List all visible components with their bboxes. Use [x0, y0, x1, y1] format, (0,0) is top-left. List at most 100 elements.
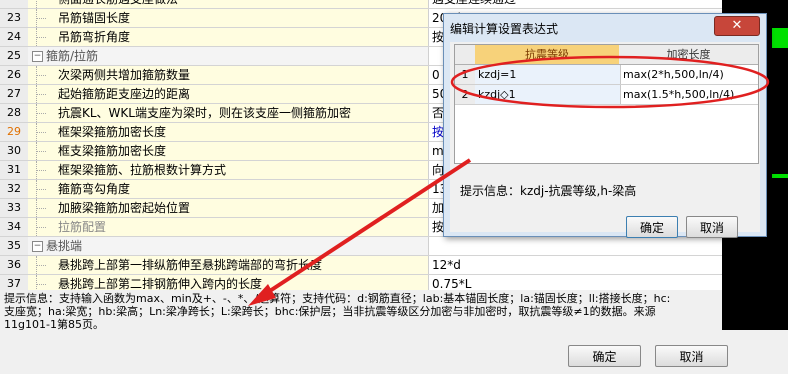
- dialog-body: 抗震等级 加密长度 1 kzdj=1 max(2*h,500,ln/4) 2 k…: [450, 42, 760, 238]
- table-row[interactable]: 37 悬挑跨上部第二排钢筋伸入跨内的长度 0.75*L: [0, 275, 722, 290]
- table-row[interactable]: 1 kzdj=1 max(2*h,500,ln/4): [455, 65, 758, 85]
- tree-branch: [36, 132, 46, 133]
- setting-name-cell: 抗震KL、WKL端支座为梁时，则在该支座一侧箍筋加密: [28, 104, 429, 122]
- setting-name-cell: 次梁两侧共增加箍筋数量: [28, 66, 429, 84]
- setting-name-cell: 起始箍筋距支座边的距离: [28, 85, 429, 103]
- tree-line: [36, 0, 37, 8]
- tree-branch: [36, 94, 46, 95]
- row-number: 34: [0, 218, 29, 236]
- setting-name: 加腋梁箍筋加密起始位置: [58, 201, 191, 215]
- row-number: 36: [0, 256, 29, 274]
- tree-branch: [36, 18, 46, 19]
- setting-name-cell: 框支梁箍筋加密长度: [28, 142, 429, 160]
- tree-branch: [36, 208, 46, 209]
- setting-name-cell: 框架梁箍筋、拉筋根数计算方式: [28, 161, 429, 179]
- row-number: 23: [0, 9, 29, 27]
- setting-name-cell: 吊筋锚固长度: [28, 9, 429, 27]
- setting-value-cell[interactable]: [430, 237, 722, 255]
- row-number: 37: [0, 275, 29, 290]
- ok-button[interactable]: 确定: [568, 345, 641, 367]
- setting-name: 框架梁箍筋、拉筋根数计算方式: [58, 163, 227, 177]
- tree-branch: [36, 75, 46, 76]
- setting-value-cell[interactable]: 12*d: [430, 256, 722, 274]
- row-number: 31: [0, 161, 29, 179]
- hint-line-1: 提示信息：支持输入函数为max、min及+、-、*、/运算符；支持代码：d:钢筋…: [4, 292, 671, 305]
- collapse-icon[interactable]: −: [32, 241, 43, 252]
- setting-name: 框架梁箍筋加密长度: [58, 125, 167, 139]
- tree-branch: [36, 284, 46, 285]
- green-marker: [772, 28, 788, 48]
- dialog-title: 编辑计算设置表达式: [450, 22, 559, 36]
- setting-name-cell: 箍筋弯勾角度: [28, 180, 429, 198]
- setting-name: 悬挑跨上部第一排纵筋伸至悬挑跨端部的弯折长度: [58, 258, 323, 272]
- tree-branch: [36, 113, 46, 114]
- setting-name-cell: 加腋梁箍筋加密起始位置: [28, 199, 429, 217]
- row-number: 33: [0, 199, 29, 217]
- setting-name: 侧面通长筋遇支座做法: [58, 0, 178, 8]
- green-marker-small: [772, 174, 788, 178]
- cancel-button[interactable]: 取消: [655, 345, 728, 367]
- row-number: 28: [0, 104, 29, 122]
- dense-length-header[interactable]: 加密长度: [619, 45, 758, 65]
- seismic-level-cell[interactable]: kzdj=1: [475, 65, 621, 84]
- setting-name: 箍筋/拉筋: [46, 49, 99, 63]
- seismic-level-header[interactable]: 抗震等级: [475, 45, 619, 65]
- setting-name: 吊筋弯折角度: [58, 30, 131, 44]
- tree-branch: [36, 189, 46, 190]
- setting-name: 悬挑端: [46, 239, 83, 253]
- setting-name: 吊筋锚固长度: [58, 11, 131, 25]
- table-row[interactable]: 2 kzdj◇1 max(1.5*h,500,ln/4): [455, 85, 758, 105]
- collapse-icon[interactable]: −: [32, 51, 43, 62]
- dialog-cancel-button[interactable]: 取消: [686, 216, 738, 238]
- setting-name-cell: 拉筋配置: [28, 218, 429, 236]
- setting-name-cell: 框架梁箍筋加密长度: [28, 123, 429, 141]
- row-number: 27: [0, 85, 29, 103]
- setting-name: 框支梁箍筋加密长度: [58, 144, 167, 158]
- row-number: 30: [0, 142, 29, 160]
- row-number: [0, 0, 29, 8]
- setting-name-cell: − 箍筋/拉筋: [28, 47, 429, 65]
- setting-value-cell[interactable]: 遇支座连续通过: [430, 0, 722, 8]
- setting-name: 抗震KL、WKL端支座为梁时，则在该支座一侧箍筋加密: [58, 106, 351, 120]
- dense-length-cell[interactable]: max(1.5*h,500,ln/4): [620, 85, 759, 104]
- row-number: 29: [0, 123, 29, 141]
- row-number: 25: [0, 47, 29, 65]
- row-number: 35: [0, 237, 29, 255]
- row-number: 1: [455, 65, 475, 84]
- tree-branch: [36, 227, 46, 228]
- dense-length-cell[interactable]: max(2*h,500,ln/4): [620, 65, 759, 84]
- hint-line-3: 11g101-1第85页。: [4, 318, 104, 331]
- setting-name: 悬挑跨上部第二排钢筋伸入跨内的长度: [58, 277, 263, 290]
- row-number: 32: [0, 180, 29, 198]
- setting-name-cell: 悬挑跨上部第二排钢筋伸入跨内的长度: [28, 275, 429, 290]
- table-row[interactable]: 36 悬挑跨上部第一排纵筋伸至悬挑跨端部的弯折长度 12*d: [0, 256, 722, 275]
- tree-line: [36, 275, 37, 290]
- hint-text: 提示信息：支持输入函数为max、min及+、-、*、/运算符；支持代码：d:钢筋…: [4, 292, 722, 338]
- setting-value-cell[interactable]: 0.75*L: [430, 275, 722, 290]
- close-icon[interactable]: ✕: [714, 16, 760, 36]
- setting-name: 起始箍筋距支座边的距离: [58, 87, 191, 101]
- edit-expression-dialog: 编辑计算设置表达式 ✕ 抗震等级 加密长度 1 kzdj=1 max(2*h,5…: [443, 13, 767, 238]
- expression-table: 抗震等级 加密长度 1 kzdj=1 max(2*h,500,ln/4) 2 k…: [454, 44, 759, 164]
- setting-name-cell: 侧面通长筋遇支座做法: [28, 0, 429, 8]
- row-number-header: [455, 45, 475, 65]
- setting-name: 箍筋弯勾角度: [58, 182, 131, 196]
- table-category-row[interactable]: 35− 悬挑端: [0, 237, 722, 256]
- dialog-hint: 提示信息：kzdj-抗震等级,h-梁高: [460, 184, 637, 198]
- tree-branch: [36, 265, 46, 266]
- row-number: 26: [0, 66, 29, 84]
- dialog-ok-button[interactable]: 确定: [626, 216, 678, 238]
- setting-name-cell: − 悬挑端: [28, 237, 429, 255]
- row-number: 24: [0, 28, 29, 46]
- row-number: 2: [455, 85, 475, 104]
- table-row[interactable]: 侧面通长筋遇支座做法 遇支座连续通过: [0, 0, 722, 9]
- setting-name-cell: 吊筋弯折角度: [28, 28, 429, 46]
- tree-branch: [36, 170, 46, 171]
- tree-branch: [36, 37, 46, 38]
- tree-branch: [36, 151, 46, 152]
- hint-line-2: 支座宽；ha:梁宽；hb:梁高；Ln:梁净跨长；L:梁跨长；bhc:保护层；当非…: [4, 305, 656, 318]
- setting-name: 拉筋配置: [58, 220, 107, 234]
- seismic-level-cell[interactable]: kzdj◇1: [475, 85, 621, 104]
- setting-name-cell: 悬挑跨上部第一排纵筋伸至悬挑跨端部的弯折长度: [28, 256, 429, 274]
- setting-name: 次梁两侧共增加箍筋数量: [58, 68, 191, 82]
